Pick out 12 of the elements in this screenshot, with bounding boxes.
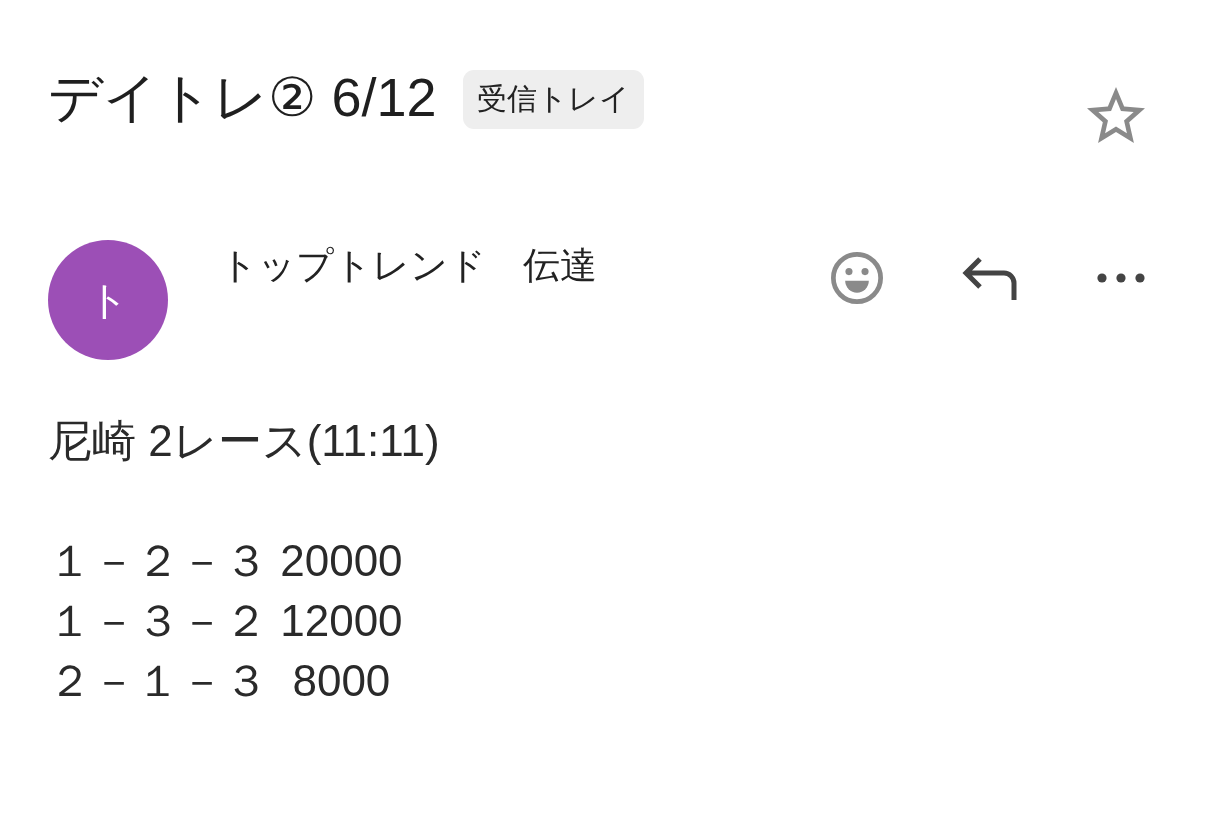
reply-icon[interactable]	[962, 256, 1018, 300]
message-line: 尼崎 2レース(11:11)	[48, 415, 440, 467]
star-icon[interactable]	[1087, 87, 1145, 143]
more-icon[interactable]	[1097, 273, 1145, 283]
message-line: １－２－３ 20000	[48, 535, 403, 587]
message-line: １－３－２ 12000	[48, 595, 403, 647]
label-chip: 受信トレイ	[462, 70, 644, 129]
emoji-icon[interactable]	[831, 252, 883, 304]
avatar: ト	[48, 240, 168, 360]
message-line: ２－１－３ 8000	[48, 655, 391, 707]
sender-name: トップトレンド 伝達	[220, 244, 597, 288]
subject-title: デイトレ② 6/12	[48, 66, 437, 129]
